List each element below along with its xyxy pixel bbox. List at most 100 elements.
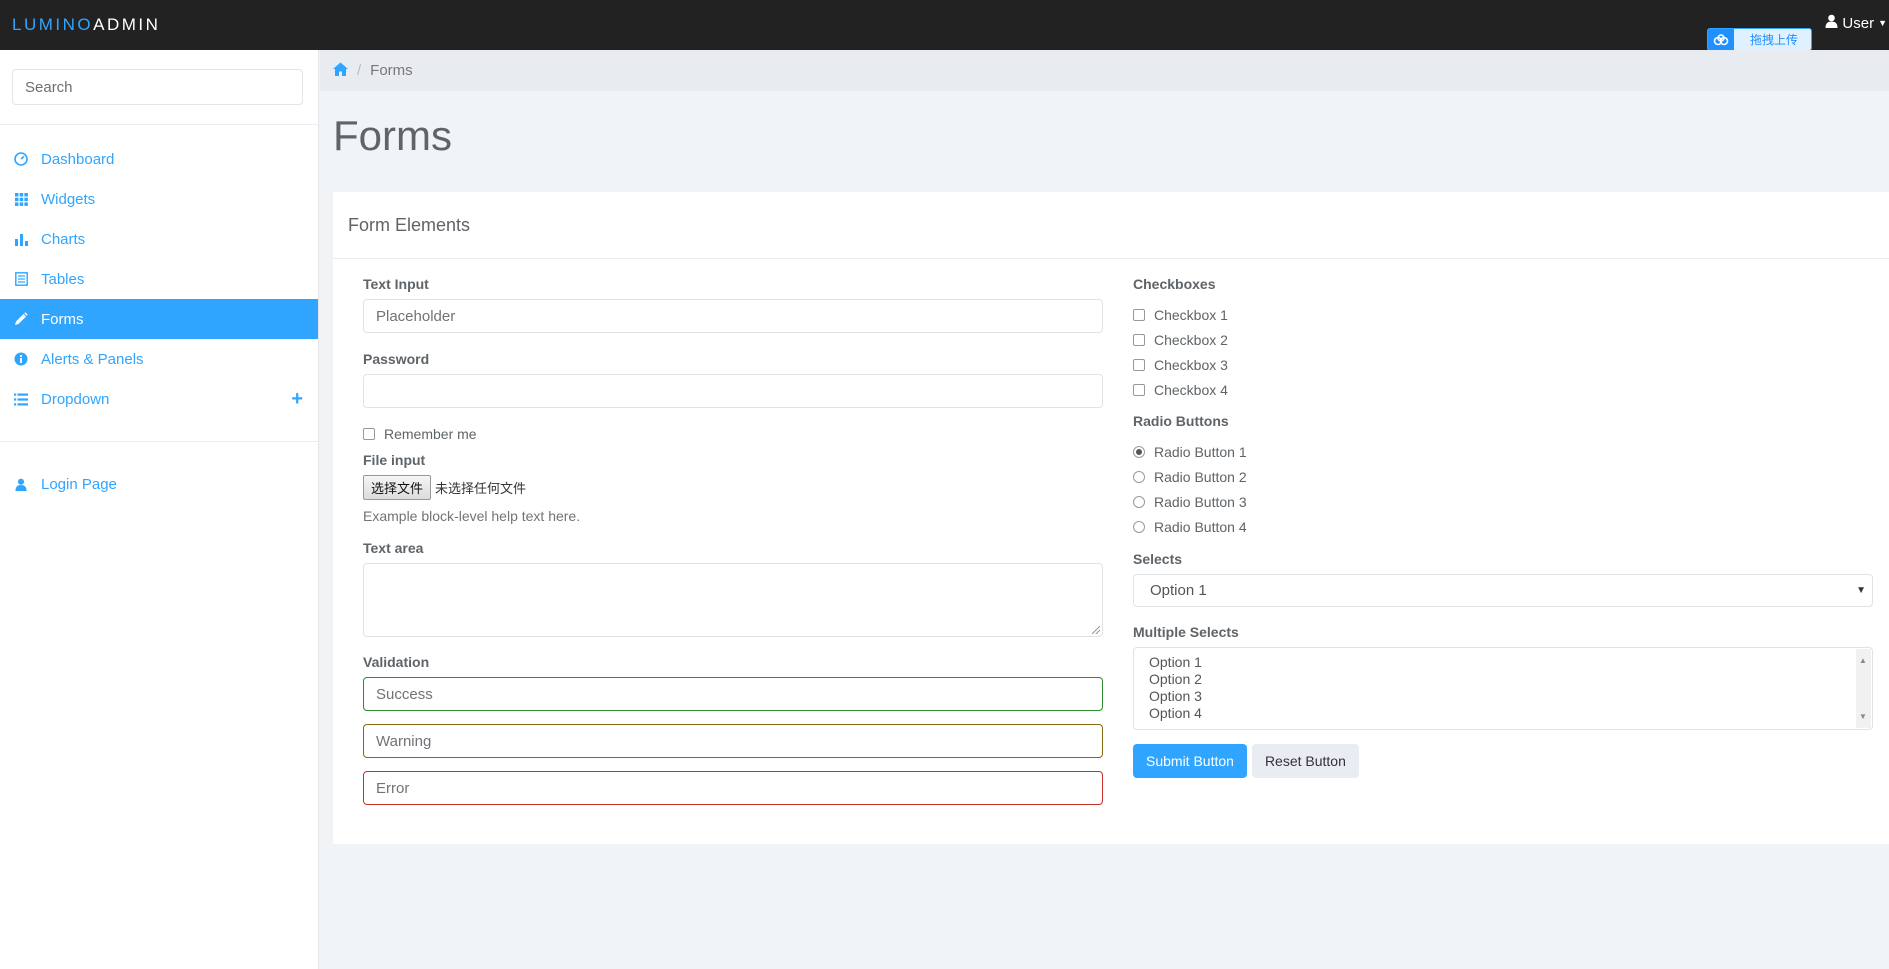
file-input-status: 未选择任何文件 xyxy=(435,482,527,497)
resize-grip-icon[interactable] xyxy=(1092,626,1100,634)
pencil-icon xyxy=(13,311,29,327)
remember-me-checkbox[interactable] xyxy=(363,427,375,440)
radio-row[interactable]: Radio Button 3 xyxy=(1133,489,1873,514)
list-icon xyxy=(13,391,29,407)
checkbox-label: Checkbox 4 xyxy=(1154,381,1228,398)
multiple-select-list[interactable]: Option 1 Option 2 Option 3 Option 4 ▲ ▼ xyxy=(1133,647,1873,730)
radio-label: Radio Button 2 xyxy=(1154,468,1247,485)
home-icon[interactable] xyxy=(333,62,348,80)
multi-option[interactable]: Option 1 xyxy=(1149,654,1857,671)
checkbox-row[interactable]: Checkbox 2 xyxy=(1133,327,1873,352)
checkbox[interactable] xyxy=(1133,308,1145,321)
file-input-label: File input xyxy=(363,452,426,468)
radio-label: Radio Button 3 xyxy=(1154,493,1247,510)
radio-button[interactable] xyxy=(1133,520,1145,533)
expand-plus-icon[interactable]: + xyxy=(291,388,303,411)
brand-part2: ADMIN xyxy=(93,15,161,34)
search-input[interactable] xyxy=(12,69,303,105)
sidebar-item-dashboard[interactable]: Dashboard xyxy=(0,139,318,179)
grid-icon xyxy=(13,191,29,207)
sidebar-item-label: Widgets xyxy=(41,190,96,208)
textarea-label: Text area xyxy=(363,540,424,556)
sidebar-item-label: Alerts & Panels xyxy=(41,350,144,368)
password-field[interactable] xyxy=(363,374,1103,408)
sidebar-item-label: Tables xyxy=(41,270,85,288)
select-dropdown[interactable]: Option 1 ▼ xyxy=(1133,574,1873,607)
upload-badge-label: 拖拽上传 xyxy=(1750,33,1799,47)
remember-me-label: Remember me xyxy=(384,425,477,442)
file-input-row: 选择文件 未选择任何文件 xyxy=(363,475,1103,500)
caret-down-icon: ▼ xyxy=(1856,585,1866,596)
multiple-selects-label: Multiple Selects xyxy=(1133,624,1239,640)
panel-heading: Form Elements xyxy=(333,192,1889,259)
sidebar-item-label: Forms xyxy=(41,310,84,328)
sidebar-item-tables[interactable]: Tables xyxy=(0,259,318,299)
dashboard-icon xyxy=(13,151,29,167)
radio-button[interactable] xyxy=(1133,470,1145,483)
radio-row[interactable]: Radio Button 4 xyxy=(1133,514,1873,539)
breadcrumb-separator: / xyxy=(357,62,362,79)
info-icon xyxy=(13,351,29,367)
sidebar-item-label: Dropdown xyxy=(41,390,110,408)
page-title: Forms xyxy=(333,112,452,159)
radio-buttons-label: Radio Buttons xyxy=(1133,413,1229,429)
checkbox-row[interactable]: Checkbox 1 xyxy=(1133,302,1873,327)
checkbox-label: Checkbox 2 xyxy=(1154,331,1228,348)
brand-logo[interactable]: LUMINOADMIN xyxy=(12,15,160,35)
sidebar-item-widgets[interactable]: Widgets xyxy=(0,179,318,219)
user-icon xyxy=(1825,14,1838,32)
user-menu-label: User xyxy=(1842,14,1875,32)
submit-button[interactable]: Submit Button xyxy=(1133,744,1247,778)
choose-file-button[interactable]: 选择文件 xyxy=(363,475,432,500)
radio-row[interactable]: Radio Button 1 xyxy=(1133,439,1873,464)
nav-divider xyxy=(0,441,318,442)
sidebar-nav: Dashboard Widgets Charts Tables Forms Al… xyxy=(0,125,318,419)
checkbox-row[interactable]: Checkbox 4 xyxy=(1133,377,1873,402)
sidebar-item-login-page[interactable]: Login Page xyxy=(0,464,318,504)
scroll-up-icon[interactable]: ▲ xyxy=(1859,652,1867,669)
sidebar-item-alerts-panels[interactable]: Alerts & Panels xyxy=(0,339,318,379)
text-input-label: Text Input xyxy=(363,276,429,292)
radio-row[interactable]: Radio Button 2 xyxy=(1133,464,1873,489)
table-icon xyxy=(13,271,29,287)
select-value: Option 1 xyxy=(1150,582,1207,599)
brand-part1: LUMINO xyxy=(12,15,94,34)
bar-chart-icon xyxy=(13,231,29,247)
reset-button[interactable]: Reset Button xyxy=(1251,744,1359,778)
top-navbar: LUMINOADMIN 拖拽上传 User ▼ xyxy=(0,0,1889,51)
checkboxes-label: Checkboxes xyxy=(1133,276,1216,292)
remember-me-row[interactable]: Remember me xyxy=(363,421,1103,446)
multi-option[interactable]: Option 4 xyxy=(1149,705,1857,722)
text-input-field[interactable] xyxy=(363,299,1103,333)
scrollbar[interactable]: ▲ ▼ xyxy=(1856,649,1871,728)
multi-option[interactable]: Option 2 xyxy=(1149,671,1857,688)
sidebar-item-charts[interactable]: Charts xyxy=(0,219,318,259)
sidebar-item-dropdown[interactable]: Dropdown + xyxy=(0,379,318,419)
textarea-field[interactable] xyxy=(363,563,1103,637)
checkbox-label: Checkbox 1 xyxy=(1154,306,1228,323)
error-input[interactable] xyxy=(363,771,1103,805)
form-elements-panel: Form Elements Text Input Password Rememb… xyxy=(333,192,1889,844)
cloud-upload-icon xyxy=(1708,29,1734,50)
user-menu[interactable]: User ▼ xyxy=(1825,14,1889,32)
checkbox[interactable] xyxy=(1133,383,1145,396)
checkbox-row[interactable]: Checkbox 3 xyxy=(1133,352,1873,377)
scroll-down-icon[interactable]: ▼ xyxy=(1859,708,1867,725)
radio-label: Radio Button 4 xyxy=(1154,518,1247,535)
radio-button[interactable] xyxy=(1133,495,1145,508)
sidebar-item-label: Login Page xyxy=(41,475,117,493)
multi-option[interactable]: Option 3 xyxy=(1149,688,1857,705)
checkbox[interactable] xyxy=(1133,333,1145,346)
success-input[interactable] xyxy=(363,677,1103,711)
radio-button-selected[interactable] xyxy=(1133,445,1145,458)
password-label: Password xyxy=(363,351,430,367)
sidebar-item-forms[interactable]: Forms xyxy=(0,299,318,339)
warning-input[interactable] xyxy=(363,724,1103,758)
radio-label: Radio Button 1 xyxy=(1154,443,1247,460)
sidebar-nav-secondary: Login Page xyxy=(0,464,318,504)
upload-badge[interactable]: 拖拽上传 xyxy=(1707,28,1812,51)
validation-label: Validation xyxy=(363,654,430,670)
user-icon xyxy=(13,476,29,492)
sidebar: Dashboard Widgets Charts Tables Forms xyxy=(0,50,319,969)
checkbox[interactable] xyxy=(1133,358,1145,371)
